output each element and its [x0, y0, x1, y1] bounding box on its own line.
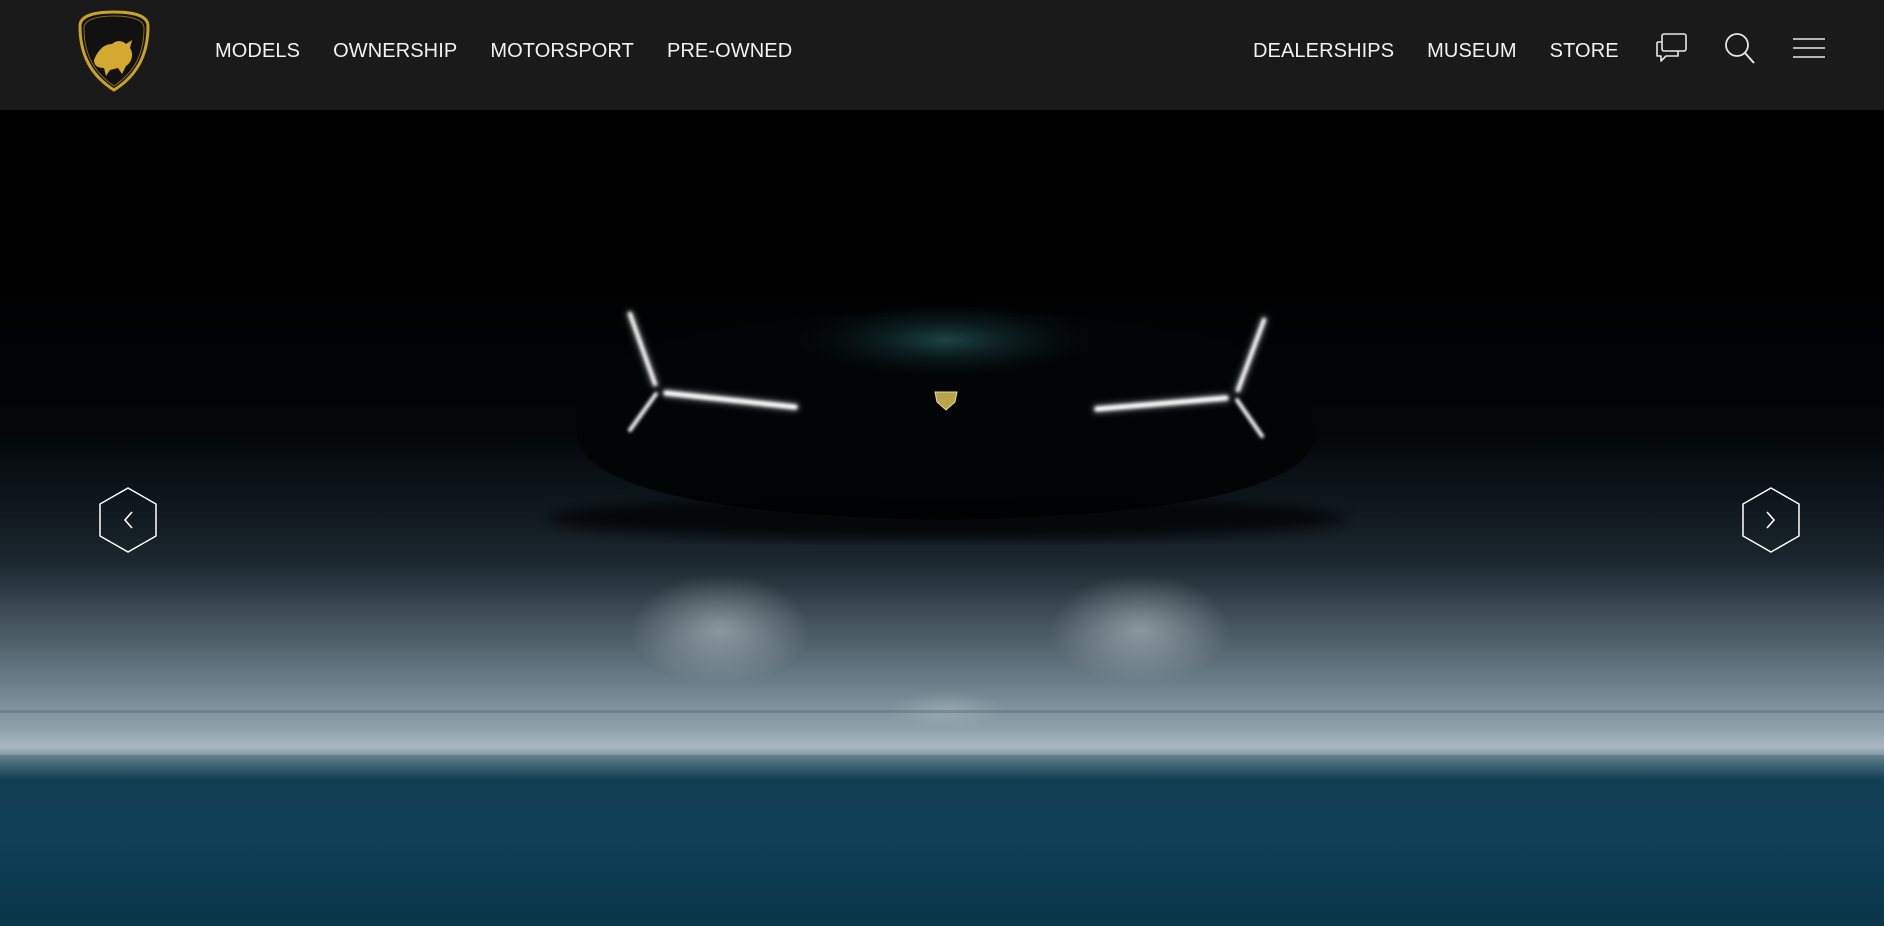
nav-dealerships[interactable]: DEALERSHIPS	[1253, 40, 1394, 63]
shield-crest-icon	[78, 10, 150, 92]
hero-image	[0, 302, 1884, 926]
carousel-prev-button[interactable]	[98, 486, 158, 554]
nav-ownership[interactable]: OWNERSHIP	[333, 40, 457, 63]
chevron-right-icon	[1742, 487, 1800, 553]
nav-museum[interactable]: MUSEUM	[1427, 40, 1517, 63]
secondary-nav: DEALERSHIPS MUSEUM STORE	[1253, 0, 1619, 102]
primary-nav: MODELS OWNERSHIP MOTORSPORT PRE-OWNED	[215, 0, 792, 102]
search-icon[interactable]	[1722, 30, 1758, 71]
chat-icon[interactable]	[1653, 30, 1689, 71]
nav-pre-owned[interactable]: PRE-OWNED	[667, 40, 792, 63]
nav-store[interactable]: STORE	[1550, 40, 1619, 63]
nav-models[interactable]: MODELS	[215, 40, 300, 63]
nav-motorsport[interactable]: MOTORSPORT	[490, 40, 634, 63]
chevron-left-icon	[99, 487, 157, 553]
carousel-next-button[interactable]	[1741, 486, 1801, 554]
site-header: MODELS OWNERSHIP MOTORSPORT PRE-OWNED DE…	[0, 0, 1884, 110]
lamborghini-logo[interactable]	[76, 10, 152, 92]
hamburger-menu-icon[interactable]	[1792, 36, 1826, 65]
hero-carousel	[0, 110, 1884, 926]
